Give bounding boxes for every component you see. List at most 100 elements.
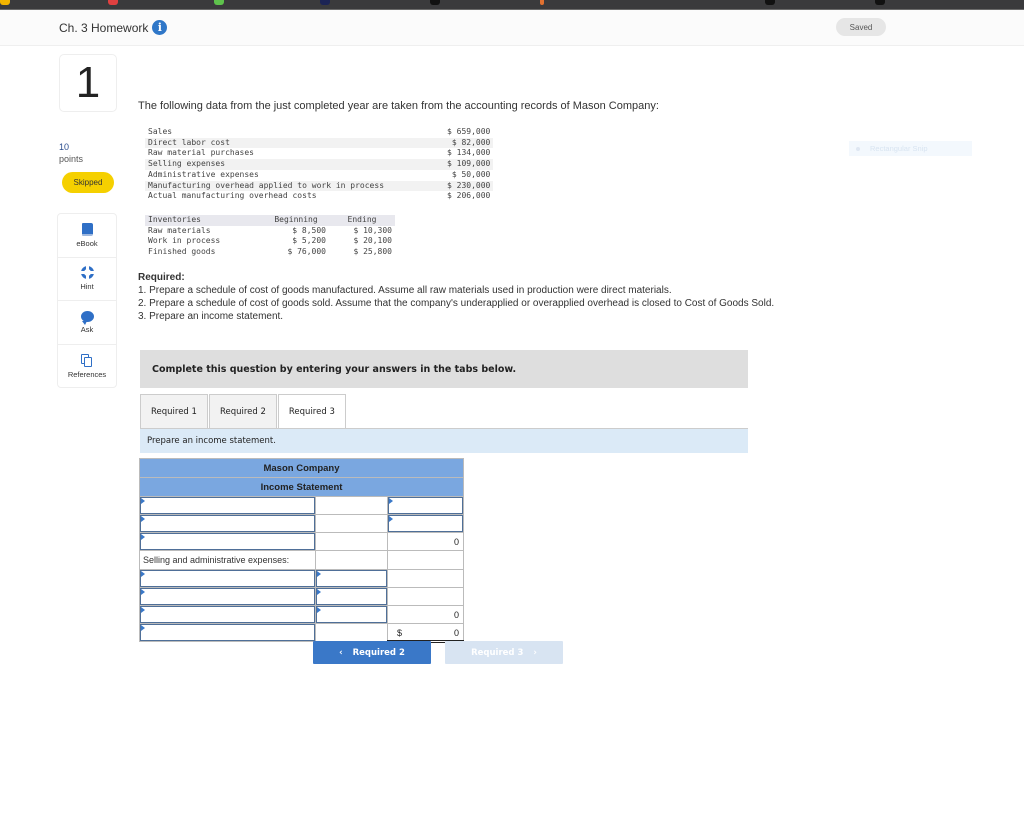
statement-row: $ 0 xyxy=(139,623,464,643)
complete-instruction-banner: Complete this question by entering your … xyxy=(140,350,748,388)
taskbar-icon xyxy=(320,0,330,5)
table-row: Work in process $ 5,200 $ 20,100 xyxy=(145,236,395,247)
info-icon[interactable]: i xyxy=(152,20,168,35)
tab-instruction: Prepare an income statement. xyxy=(140,429,748,453)
row-amount: $ 206,000 xyxy=(447,191,491,201)
amount-input[interactable] xyxy=(316,570,387,587)
tool-hint-label: Hint xyxy=(80,282,94,292)
table-row: Finished goods $ 76,000 $ 25,800 xyxy=(145,247,395,258)
row-label: Raw materials xyxy=(148,225,211,235)
ending-value: $ 25,800 xyxy=(353,247,392,257)
snip-label: Rectangular Snip xyxy=(870,144,928,153)
complete-instruction-text: Complete this question by entering your … xyxy=(152,363,517,375)
saved-status-button[interactable]: Saved xyxy=(836,18,886,36)
tab-required-3[interactable]: Required 3 xyxy=(277,394,346,429)
taskbar-icon xyxy=(765,0,775,5)
tool-ebook-label: eBook xyxy=(76,238,98,248)
question-number: 1 xyxy=(59,54,117,112)
assignment-title-text: Ch. 3 Homework xyxy=(59,20,149,35)
line-item-dropdown[interactable] xyxy=(140,570,315,587)
required-item: 1. Prepare a schedule of cost of goods m… xyxy=(138,285,672,296)
browser-taskbar xyxy=(0,0,1024,10)
amount-input[interactable] xyxy=(316,588,387,605)
column-header: Ending xyxy=(329,215,395,226)
row-label: Manufacturing overhead applied to work i… xyxy=(145,180,388,192)
chevron-left-icon: ‹ xyxy=(339,647,343,658)
tab-required-1[interactable]: Required 1 xyxy=(140,394,208,428)
points-value: 10 xyxy=(59,142,70,152)
taskbar-icon xyxy=(214,0,224,5)
required-tabs: Required 1 Required 2 Required 3 xyxy=(140,394,347,429)
line-item-dropdown[interactable] xyxy=(140,624,315,641)
accounting-data-table: Sales $ 659,000 Direct labor cost $ 82,000… xyxy=(145,127,494,202)
tool-ask-label: Ask xyxy=(80,324,94,334)
question-intro: The following data from the just complet… xyxy=(138,100,659,112)
statement-row: Selling and administrative expenses: xyxy=(139,550,464,570)
amount-input[interactable] xyxy=(316,606,387,623)
statement-title-row: Income Statement xyxy=(139,477,464,497)
previous-required-label: Required 2 xyxy=(352,647,405,658)
row-label: Administrative expenses xyxy=(148,169,259,179)
required-item: 3. Prepare an income statement. xyxy=(138,311,284,322)
question-points: 10 points xyxy=(59,141,83,165)
table-row: Actual manufacturing overhead costs $ 206… xyxy=(145,191,493,202)
tab-instruction-text: Prepare an income statement. xyxy=(147,436,276,446)
book-icon xyxy=(81,222,93,236)
tool-references-label: References xyxy=(67,369,107,379)
statement-row xyxy=(139,587,464,606)
taskbar-icon xyxy=(875,0,885,5)
computed-subtotal: 0 xyxy=(453,537,459,547)
amount-input[interactable] xyxy=(388,497,463,514)
lifebuoy-icon xyxy=(80,266,94,280)
speech-bubble-icon xyxy=(80,310,94,325)
taskbar-icon xyxy=(108,0,118,5)
table-row: Direct labor cost $ 82,000 xyxy=(145,137,494,149)
column-header: Inventories xyxy=(145,215,263,226)
line-item-dropdown[interactable] xyxy=(140,533,315,550)
beginning-value: $ 5,200 xyxy=(292,236,326,246)
assignment-title: Ch. 3 Homework i xyxy=(59,20,168,35)
row-label: Sales xyxy=(148,127,173,136)
tool-ebook[interactable]: eBook xyxy=(58,214,116,258)
inventories-table: Inventories Beginning Ending Raw materia… xyxy=(145,215,395,258)
status-badge: Skipped xyxy=(62,172,114,193)
statement-title: Income Statement xyxy=(139,477,464,497)
question-tools-panel: eBook Hint Ask References xyxy=(57,213,117,388)
table-row: Manufacturing overhead applied to work i… xyxy=(145,180,494,192)
statement-row: 0 xyxy=(139,532,464,551)
row-label: Selling expenses xyxy=(145,159,388,170)
statement-company-row: Mason Company xyxy=(139,458,464,478)
table-row: Administrative expenses $ 50,000 xyxy=(145,170,493,181)
row-amount: $ 230,000 xyxy=(387,180,494,192)
amount-input[interactable] xyxy=(388,515,463,532)
row-label: Raw material purchases xyxy=(148,148,254,158)
tab-required-2[interactable]: Required 2 xyxy=(208,394,277,428)
table-row: Selling expenses $ 109,000 xyxy=(145,159,494,170)
table-header-row: Inventories Beginning Ending xyxy=(145,215,395,226)
tool-ask[interactable]: Ask xyxy=(58,301,116,345)
tool-hint[interactable]: Hint xyxy=(58,258,116,301)
statement-company-name: Mason Company xyxy=(139,458,464,478)
next-required-button[interactable]: Required 3 › xyxy=(445,641,563,664)
line-item-dropdown[interactable] xyxy=(140,515,315,532)
row-amount: $ 659,000 xyxy=(447,127,491,136)
line-item-dropdown[interactable] xyxy=(140,497,315,514)
beginning-value: $ 8,500 xyxy=(292,225,326,235)
statement-row xyxy=(139,496,464,515)
computed-net-income: 0 xyxy=(453,628,459,638)
tool-references[interactable]: References xyxy=(58,345,116,389)
table-row: Raw material purchases $ 134,000 xyxy=(145,148,493,159)
previous-required-button[interactable]: ‹ Required 2 xyxy=(313,641,431,664)
line-item-dropdown[interactable] xyxy=(140,606,315,623)
computed-sa-total: 0 xyxy=(453,610,459,620)
taskbar-icon xyxy=(540,0,544,5)
row-amount: $ 109,000 xyxy=(387,159,494,170)
income-statement-table: Mason Company Income Statement 0 Selling… xyxy=(139,458,464,643)
line-item-dropdown[interactable] xyxy=(140,588,315,605)
statement-row: 0 xyxy=(139,605,464,624)
required-heading: Required: xyxy=(138,272,185,283)
points-label: points xyxy=(59,154,84,164)
row-amount: $ 50,000 xyxy=(451,169,491,179)
snip-tool-overlay: Rectangular Snip xyxy=(849,141,972,156)
row-label: Work in process xyxy=(148,236,221,246)
